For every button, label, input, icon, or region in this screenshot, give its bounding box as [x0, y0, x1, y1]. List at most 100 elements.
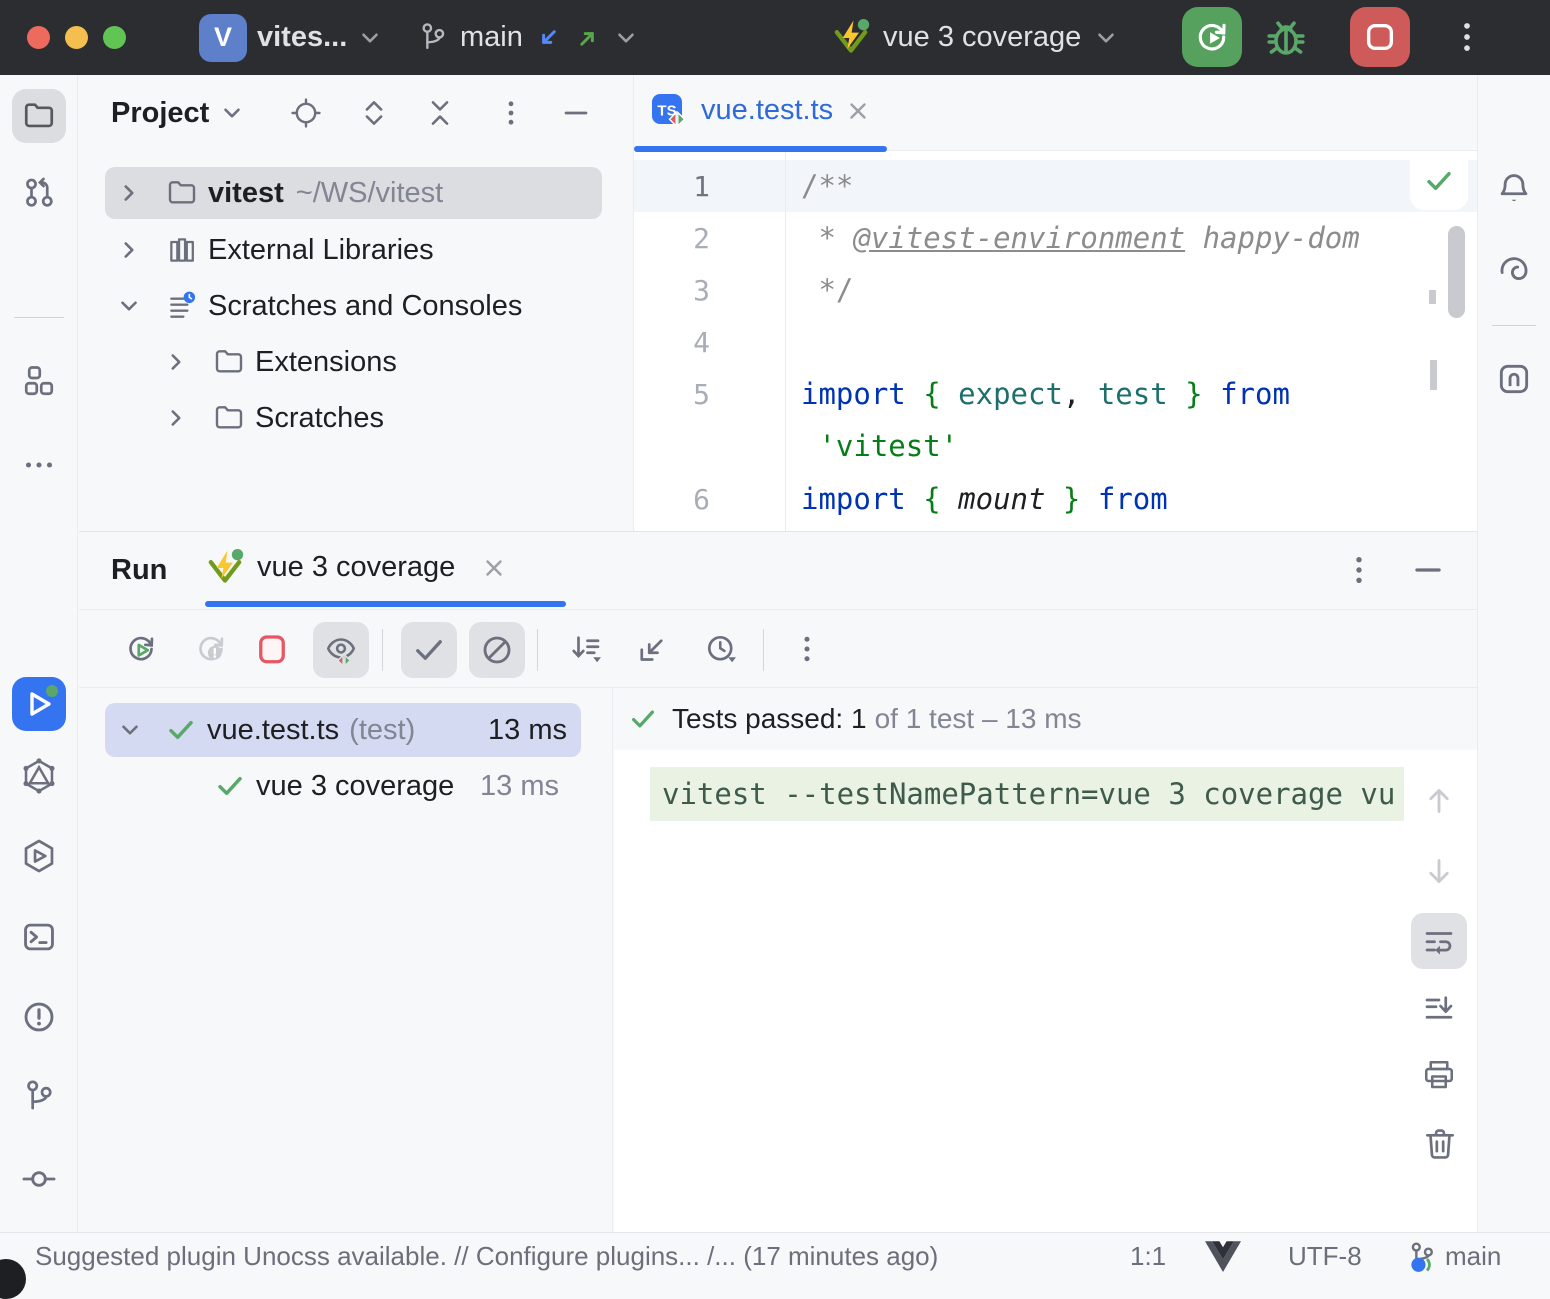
chevron-down-icon — [613, 25, 639, 51]
update-project-icon[interactable] — [533, 23, 563, 53]
tree-item-scratches[interactable]: Scratches — [105, 392, 602, 444]
suite-name: vue.test.ts — [207, 714, 339, 747]
vitest-run-config-icon — [831, 18, 871, 58]
suite-duration: 13 ms — [488, 714, 567, 747]
select-opened-file-button[interactable] — [289, 96, 323, 130]
file-encoding-widget[interactable]: UTF-8 — [1288, 1233, 1362, 1280]
ai-assistant-icon[interactable] — [1495, 252, 1533, 290]
navigate-with-single-click-button[interactable] — [635, 631, 671, 667]
watch-tests-toggle[interactable] — [313, 622, 369, 678]
line-number: 3 — [634, 264, 710, 316]
tool-problems-button[interactable] — [20, 998, 58, 1036]
vue-logo-icon[interactable] — [1205, 1233, 1241, 1280]
chevron-right-icon[interactable] — [163, 349, 189, 375]
bookmarks-icon[interactable] — [1495, 360, 1533, 398]
sort-tests-button[interactable] — [568, 631, 604, 667]
code-line[interactable]: * @vitest-environment happy-dom — [801, 212, 1360, 264]
print-button[interactable] — [1421, 1057, 1457, 1093]
project-name: vites... — [257, 21, 347, 54]
code-line[interactable]: import { expect, test } from — [801, 368, 1290, 420]
test-tree: vue.test.ts (test) 13 ms vue 3 coverage … — [79, 688, 613, 1233]
test-case-row[interactable]: vue 3 coverage 13 ms — [105, 759, 581, 813]
code-line[interactable]: import { mount } from — [801, 473, 1168, 525]
hide-run-panel-button[interactable] — [1409, 551, 1447, 589]
macos-zoom-button[interactable] — [103, 26, 126, 49]
code-line[interactable]: */ — [801, 264, 853, 316]
show-ignored-toggle[interactable] — [469, 622, 525, 678]
current-line-highlight — [634, 160, 1477, 212]
tool-run-button[interactable] — [12, 677, 66, 731]
vcs-widget[interactable]: main — [416, 0, 639, 75]
active-tab-indicator — [634, 146, 887, 152]
editor-tab-vue-test-ts[interactable]: TS vue.test.ts — [649, 75, 871, 146]
close-icon[interactable] — [845, 98, 871, 124]
show-passed-toggle[interactable] — [401, 622, 457, 678]
summary-passed-text: Tests passed: 1 — [672, 703, 867, 735]
editor-scrollbar-thumb[interactable] — [1448, 226, 1465, 318]
notifications-bell-icon[interactable] — [1495, 170, 1533, 208]
tree-item-label: Scratches — [255, 402, 384, 435]
tool-commit-button[interactable] — [20, 1160, 58, 1198]
status-message[interactable]: Suggested plugin Unocss available. // Co… — [35, 1233, 938, 1280]
chevron-down-icon[interactable] — [116, 293, 142, 319]
tool-graphql-button[interactable] — [20, 757, 58, 795]
chevron-right-icon[interactable] — [116, 180, 142, 206]
tool-node-services-button[interactable] — [20, 837, 58, 875]
debug-button[interactable] — [1262, 14, 1310, 62]
chevron-right-icon[interactable] — [163, 405, 189, 431]
console-command-text: vitest --testNamePattern=vue 3 coverage … — [662, 777, 1395, 811]
project-widget[interactable]: V vites... — [199, 0, 383, 75]
caret-position-widget[interactable]: 1:1 — [1130, 1233, 1166, 1280]
push-commits-icon[interactable] — [573, 23, 603, 53]
test-suite-row[interactable]: vue.test.ts (test) 13 ms — [105, 703, 581, 757]
chevron-right-icon[interactable] — [116, 237, 142, 263]
titlebar-more-menu[interactable] — [1448, 18, 1486, 56]
git-branch-widget[interactable]: main — [1405, 1233, 1501, 1280]
run-panel-options-menu[interactable] — [1340, 551, 1378, 589]
tool-git-button[interactable] — [20, 1078, 58, 1116]
more-tool-windows-button[interactable] — [21, 447, 57, 483]
test-duration: 13 ms — [480, 770, 559, 803]
inspections-widget[interactable] — [1410, 152, 1468, 210]
collapse-all-button[interactable] — [423, 96, 457, 130]
run-configuration-widget[interactable]: vue 3 coverage — [831, 0, 1119, 75]
typescript-test-file-icon: TS — [649, 91, 689, 131]
code-line-wrap[interactable]: 'vitest' — [801, 420, 958, 472]
chevron-down-icon[interactable] — [117, 717, 143, 743]
toolbar-more-menu[interactable] — [789, 631, 825, 667]
expand-all-button[interactable] — [357, 96, 391, 130]
clear-console-button[interactable] — [1421, 1125, 1459, 1163]
close-icon[interactable] — [481, 555, 507, 581]
hide-project-panel-button[interactable] — [559, 96, 593, 130]
tree-item-scratches-consoles[interactable]: Scratches and Consoles — [105, 280, 602, 332]
rerun-button[interactable] — [1182, 7, 1242, 67]
project-tool-window: Project vitest ~/WS/vitest External — [79, 75, 633, 531]
tool-project-button[interactable] — [12, 89, 66, 143]
console-command-line[interactable]: vitest --testNamePattern=vue 3 coverage … — [650, 767, 1404, 821]
next-occurrence-button[interactable] — [1421, 853, 1457, 889]
passed-check-icon — [628, 704, 658, 734]
code-line[interactable]: /** — [801, 160, 853, 212]
tree-item-external-libraries[interactable]: External Libraries — [105, 224, 602, 276]
tool-structure-button[interactable] — [21, 363, 57, 399]
macos-close-button[interactable] — [27, 26, 50, 49]
scroll-to-end-button[interactable] — [1421, 991, 1457, 1027]
stop-button[interactable] — [1350, 7, 1410, 67]
rerun-failed-tests-button[interactable] — [193, 631, 229, 667]
test-history-button[interactable] — [703, 631, 739, 667]
test-passed-icon — [165, 714, 197, 746]
macos-minimize-button[interactable] — [65, 26, 88, 49]
rerun-tests-button[interactable] — [123, 631, 159, 667]
tool-pull-requests-button[interactable] — [21, 175, 57, 211]
project-options-menu[interactable] — [494, 96, 528, 130]
tool-terminal-button[interactable] — [20, 918, 58, 956]
line-number: 4 — [634, 316, 710, 368]
tree-item-vitest-root[interactable]: vitest ~/WS/vitest — [105, 167, 602, 219]
stop-process-button[interactable] — [254, 631, 290, 667]
soft-wrap-toggle[interactable] — [1411, 913, 1467, 969]
run-tab-vue-3-coverage[interactable]: vue 3 coverage — [205, 532, 507, 603]
run-tool-window: Run vue 3 coverage — [79, 531, 1477, 1232]
tree-item-extensions[interactable]: Extensions — [105, 336, 602, 388]
prev-occurrence-button[interactable] — [1421, 783, 1457, 819]
project-panel-header[interactable]: Project — [111, 75, 245, 151]
